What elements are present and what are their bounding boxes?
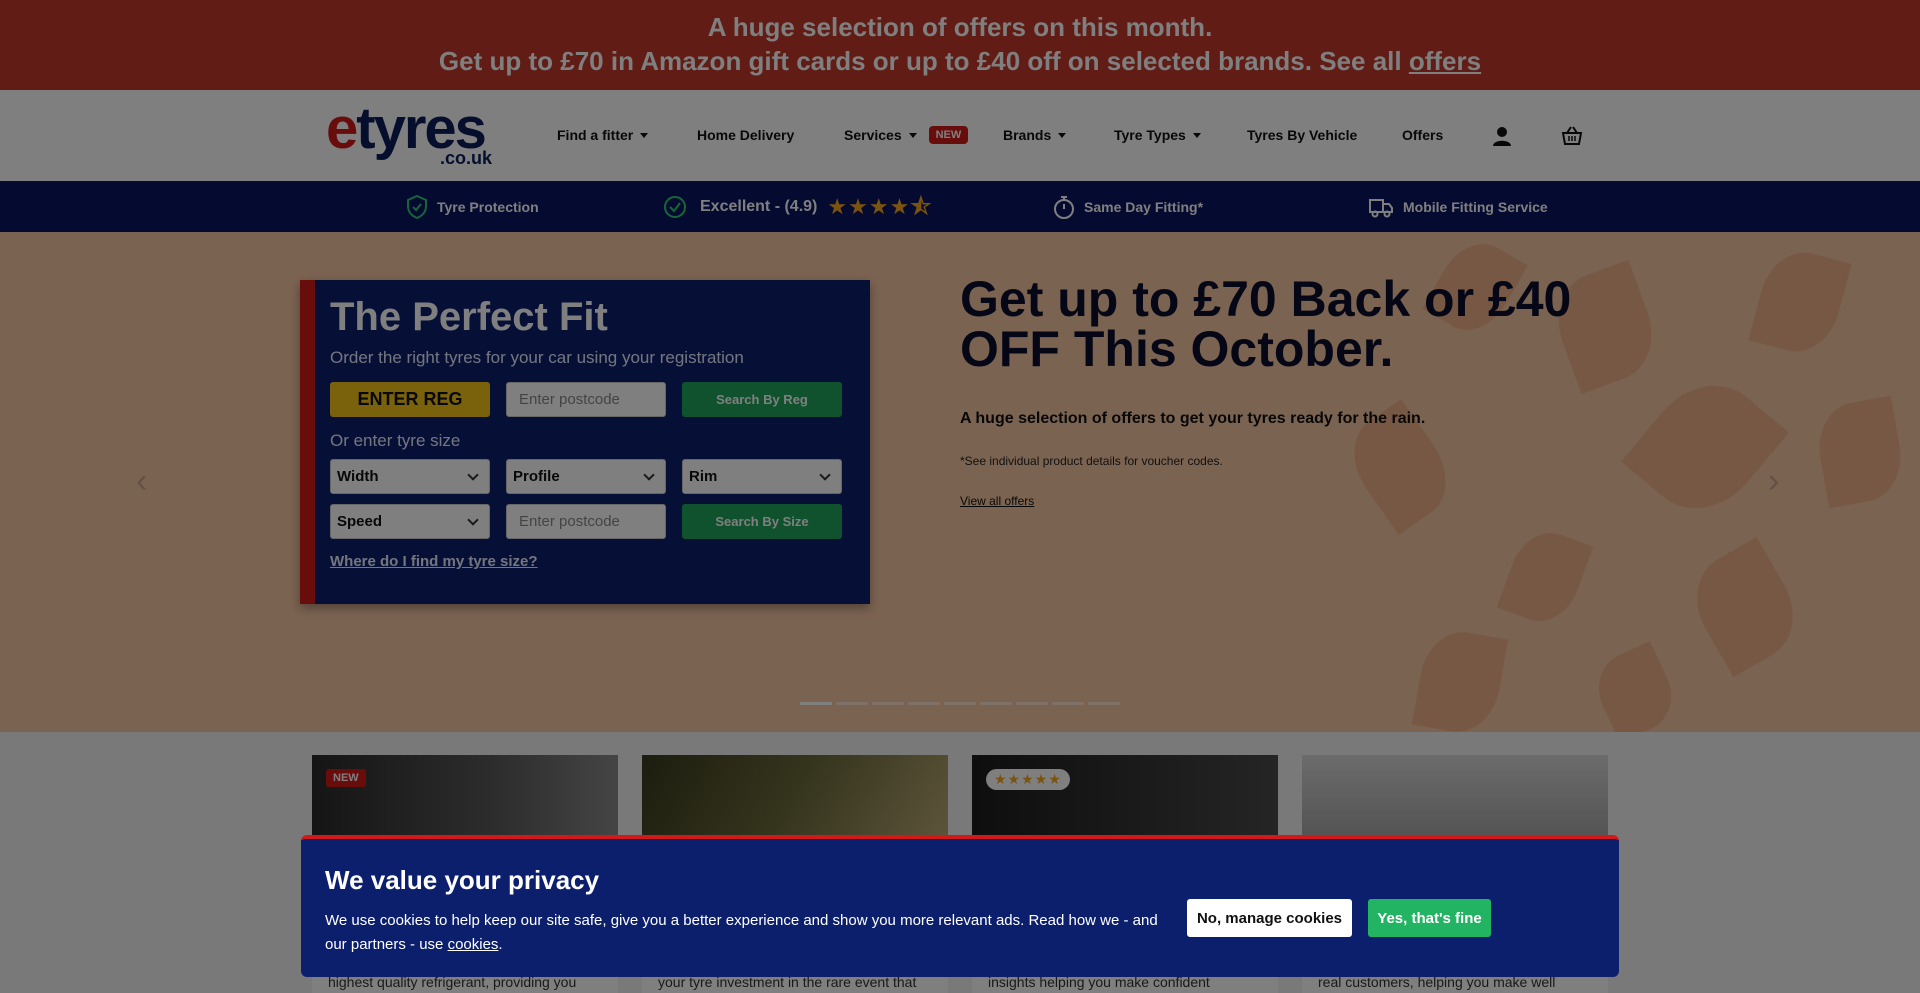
accept-cookies-button[interactable]: Yes, that's fine xyxy=(1368,899,1491,937)
cookies-link[interactable]: cookies xyxy=(448,936,499,953)
cookie-consent-banner: We value your privacy We use cookies to … xyxy=(301,835,1619,977)
cookie-title: We value your privacy xyxy=(325,865,600,895)
cookie-body: We use cookies to help keep our site saf… xyxy=(325,912,1158,953)
manage-cookies-button[interactable]: No, manage cookies xyxy=(1187,899,1352,937)
